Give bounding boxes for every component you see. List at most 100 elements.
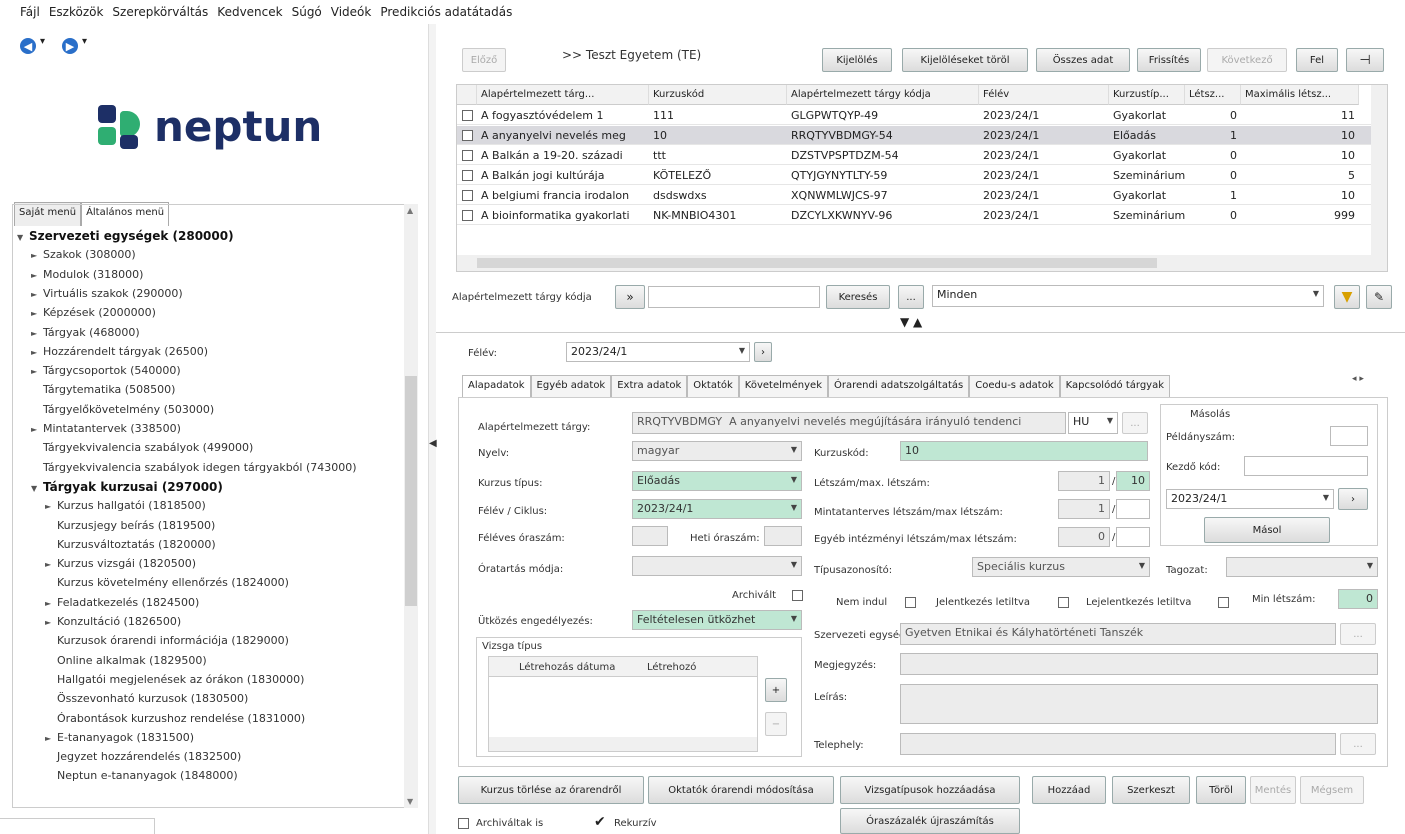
tree-item[interactable]: ► Mintatantervek (338500) [31,422,181,435]
weekly-hours-input[interactable] [764,526,802,546]
org-unit-field[interactable]: Gyetven Etnikai és Kályhatörténeti Tansz… [900,623,1336,645]
grid-column-header[interactable]: Kurzustíp... [1109,85,1185,105]
row-checkbox[interactable] [462,110,473,121]
tree-item[interactable]: Tárgytematika (508500) [31,383,175,396]
semester-cycle-select[interactable]: 2023/24/1 ▼ [632,499,802,519]
tab-scroll-arrows-icon[interactable]: ◂ ▸ [1352,374,1364,384]
tab-other-data[interactable]: Egyéb adatok [530,375,612,397]
hours-input[interactable] [632,526,668,546]
tree-item[interactable]: Kurzus követelmény ellenőrzés (1824000) [45,576,289,589]
pin-icon[interactable]: ⊣ [1346,48,1384,72]
tab-extra-data[interactable]: Extra adatok [611,375,688,397]
row-checkbox[interactable] [462,170,473,181]
cancel-button[interactable]: Mégsem [1300,776,1364,804]
semester-go-icon[interactable]: › [754,342,772,362]
teacher-timetable-edit-button[interactable]: Oktatók órarendi módosítása [648,776,834,804]
grid-column-header[interactable]: Létsz... [1185,85,1241,105]
tree-item[interactable]: Kurzusjegy beírás (1819500) [45,519,215,532]
row-checkbox[interactable] [462,150,473,161]
search-field-selector-icon[interactable]: » [615,285,645,309]
tree-item[interactable]: ► Virtuális szakok (290000) [31,287,183,300]
not-started-checkbox[interactable] [905,597,916,608]
tree-item[interactable]: ► Kurzus hallgatói (1818500) [45,499,206,512]
unenroll-locked-checkbox[interactable] [1218,597,1229,608]
collision-select[interactable]: Feltételesen ütközhet ▼ [632,610,802,630]
section-select[interactable]: ▼ [1226,557,1378,577]
note-input[interactable] [900,653,1378,675]
collapsed-arrow-icon[interactable]: ► [31,329,43,338]
collapsed-arrow-icon[interactable]: ► [45,502,57,511]
search-input[interactable] [648,286,820,308]
collapsed-arrow-icon[interactable]: ► [45,560,57,569]
tree-scrollbar-thumb[interactable] [405,376,417,606]
menu-prediction[interactable]: Predikciós adatátadás [380,5,512,19]
menu-tools[interactable]: Eszközök [49,5,104,19]
tab-timetable-data[interactable]: Órarendi adatszolgáltatás [828,375,970,397]
grid-column-header[interactable]: Maximális létsz... [1241,85,1359,105]
collapsed-arrow-icon[interactable]: ► [45,734,57,743]
tree-item[interactable]: Jegyzet hozzárendelés (1832500) [45,750,241,763]
search-button[interactable]: Keresés [826,285,890,309]
tree-item[interactable]: ► Tárgyak (468000) [31,326,140,339]
tree-item[interactable]: ▼ Tárgyak kurzusai (297000) [31,480,223,494]
tree-item[interactable]: Hallgatói megjelenések az órákon (183000… [45,673,304,686]
collapsed-arrow-icon[interactable]: ► [45,599,57,608]
collapsed-arrow-icon[interactable]: ► [31,271,43,280]
description-input[interactable] [900,684,1378,724]
grid-column-header[interactable]: Alapértelmezett tárg... [477,85,649,105]
menu-role-switch[interactable]: Szerepkörváltás [112,5,208,19]
subject-lang-select[interactable]: HU ▼ [1068,412,1118,434]
exam-add-icon[interactable]: + [765,678,787,702]
table-row[interactable]: A belgiumi francia irodalon dsdswdxs XQNWM… [457,186,1373,205]
semester-select[interactable]: 2023/24/1 ▼ [566,342,750,362]
subject-field[interactable]: RRQTYVBDMGY A anyanyelvi nevelés megújít… [632,412,1066,434]
save-button[interactable]: Mentés [1250,776,1296,804]
tree-item[interactable]: ► Kurzus vizsgái (1820500) [45,557,196,570]
headcount-max-input[interactable]: 10 [1116,471,1150,491]
menu-file[interactable]: Fájl [20,5,40,19]
tab-requirements[interactable]: Követelmények [738,375,828,397]
forward-arrow-icon[interactable]: ▶ [62,38,78,54]
curriculum-max-input[interactable] [1116,499,1150,519]
menu-favorites[interactable]: Kedvencek [217,5,282,19]
tree-item[interactable]: ► Képzések (2000000) [31,306,156,319]
expanded-arrow-icon[interactable]: ▼ [31,484,43,493]
min-headcount-input[interactable]: 0 [1338,589,1378,609]
all-data-button[interactable]: Összes adat [1036,48,1130,72]
tree-item[interactable]: ▼ Szervezeti egységek (280000) [17,229,234,243]
grid-horizontal-scrollbar[interactable] [457,255,1387,271]
recalculate-hours-button[interactable]: Óraszázalék újraszámítás [840,808,1020,834]
back-button[interactable]: Előző [462,48,506,72]
edit-filter-icon[interactable]: ✎ [1366,285,1392,309]
back-dropdown-icon[interactable]: ▾ [40,36,45,47]
site-pick-button[interactable]: ... [1340,733,1376,755]
grid-column-header[interactable]: Alapértelmezett tárgy kódja [787,85,979,105]
collapsed-arrow-icon[interactable]: ► [31,348,43,357]
collapse-left-icon[interactable]: ◀ [429,438,437,449]
tree-item[interactable]: ► Modulok (318000) [31,268,143,281]
collapsed-arrow-icon[interactable]: ► [31,251,43,260]
table-row[interactable]: A Balkán a 19-20. századi ttt DZSTVPSPTDZM… [457,146,1373,165]
table-row[interactable]: A fogyasztóvédelem 1 111 GLGPWTQYP-49 2023/… [457,106,1373,125]
tree-item[interactable]: ► Konzultáció (1826500) [45,615,181,628]
row-checkbox[interactable] [462,210,473,221]
tree-item[interactable]: Órabontások kurzushoz rendelése (1831000… [45,712,305,725]
tree-item[interactable]: Tárgyekvivalencia szabályok idegen tárgy… [31,461,357,474]
tree-item[interactable]: Tárgyekvivalencia szabályok (499000) [31,441,253,454]
row-checkbox[interactable] [462,130,473,141]
tree-item[interactable]: Online alkalmak (1829500) [45,654,207,667]
copy-semester-select[interactable]: 2023/24/1 ▼ [1166,489,1334,509]
mode-select[interactable]: ▼ [632,556,802,576]
filter-select[interactable]: Minden ▼ [932,285,1324,307]
add-exam-types-button[interactable]: Vizsgatípusok hozzáadása [840,776,1020,804]
pane-splitter[interactable]: ◀ [428,24,437,834]
type-select[interactable]: Előadás ▼ [632,471,802,491]
delete-button[interactable]: Töröl [1196,776,1246,804]
menu-videos[interactable]: Videók [331,5,372,19]
add-button[interactable]: Hozzáad [1032,776,1106,804]
collapsed-arrow-icon[interactable]: ► [31,425,43,434]
collapsed-arrow-icon[interactable]: ► [31,290,43,299]
edit-button[interactable]: Szerkeszt [1112,776,1190,804]
org-unit-pick-button[interactable]: ... [1340,623,1376,645]
show-archived-checkbox[interactable] [458,818,469,829]
